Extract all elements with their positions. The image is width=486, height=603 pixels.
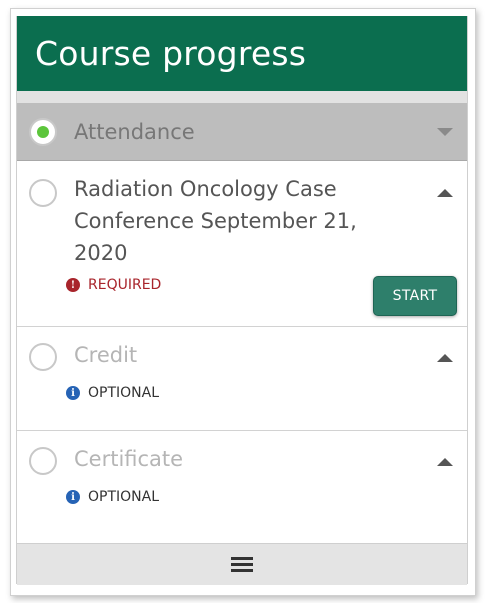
chevron-down-icon[interactable]: [437, 128, 453, 136]
empty-radio-icon: [29, 179, 57, 207]
required-status: ! REQUIRED: [66, 277, 161, 293]
step-label: Credit: [74, 343, 138, 367]
status-text: OPTIONAL: [88, 489, 160, 505]
completed-radio-icon: [29, 118, 57, 146]
step-conference[interactable]: Radiation Oncology Case Conference Septe…: [17, 161, 467, 327]
status-text: OPTIONAL: [88, 385, 160, 401]
step-attendance[interactable]: Attendance: [17, 103, 467, 161]
chevron-up-icon[interactable]: [437, 354, 453, 362]
header-divider: [17, 91, 467, 103]
panel-footer: [17, 543, 467, 585]
optional-status: i OPTIONAL: [66, 489, 159, 505]
info-circle-icon: i: [66, 386, 80, 400]
step-label: Attendance: [74, 120, 195, 144]
hamburger-menu-icon[interactable]: [231, 556, 253, 573]
page-title: Course progress: [35, 34, 307, 73]
chevron-up-icon[interactable]: [437, 189, 453, 197]
completed-dot: [37, 126, 49, 138]
exclamation-circle-icon: !: [66, 278, 80, 292]
optional-status: i OPTIONAL: [66, 385, 159, 401]
status-text: REQUIRED: [88, 277, 162, 293]
course-progress-panel: Course progress Attendance Radiation Onc…: [16, 16, 468, 585]
empty-radio-icon: [29, 447, 57, 475]
chevron-up-icon[interactable]: [437, 458, 453, 466]
panel-header: Course progress: [17, 16, 467, 91]
info-circle-icon: i: [66, 490, 80, 504]
start-button[interactable]: START: [373, 276, 457, 316]
step-label: Certificate: [74, 447, 184, 471]
step-credit[interactable]: Credit i OPTIONAL: [17, 327, 467, 431]
step-label: Radiation Oncology Case Conference Septe…: [74, 177, 357, 265]
empty-radio-icon: [29, 343, 57, 371]
step-certificate[interactable]: Certificate i OPTIONAL: [17, 431, 467, 543]
